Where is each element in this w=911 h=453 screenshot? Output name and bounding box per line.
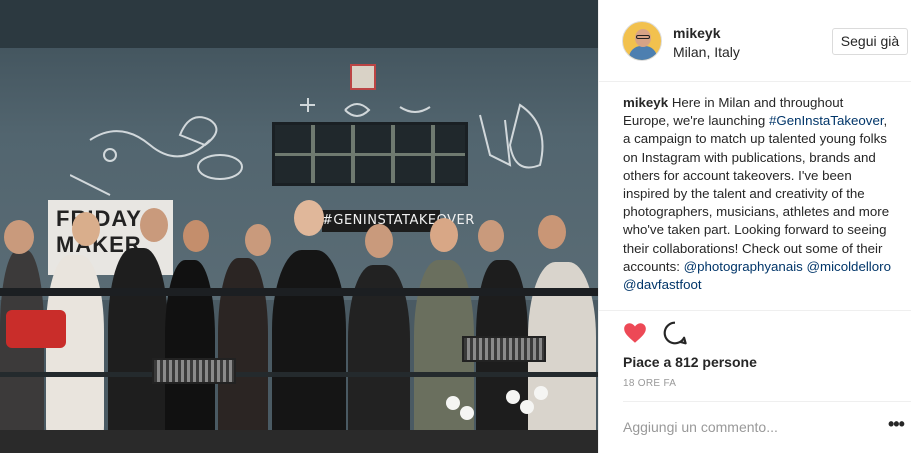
post-username[interactable]: mikeyk <box>673 25 720 41</box>
orchid-flower <box>520 400 534 414</box>
post-header: mikeyk Milan, Italy Segui già <box>599 0 911 82</box>
comment-icon[interactable] <box>662 320 688 346</box>
likes-count[interactable]: Piace a 812 persone <box>623 354 757 370</box>
caption-mention[interactable]: @photographyanais <box>684 259 803 274</box>
post-sidebar: mikeyk Milan, Italy Segui già mikeyk Her… <box>598 0 911 453</box>
caption-mention[interactable]: @davfastfoot <box>623 277 702 292</box>
caption-username[interactable]: mikeyk <box>623 95 668 110</box>
caption-text-2: , a campaign to match up talented young … <box>623 113 890 274</box>
orchid-flower <box>534 386 548 400</box>
avatar[interactable] <box>622 21 662 61</box>
photo-window <box>272 122 468 186</box>
caption-mention[interactable]: @micoldelloro <box>807 259 891 274</box>
post-caption: mikeyk Here in Milan and throughout Euro… <box>623 94 893 294</box>
heater-lamp-left <box>152 358 236 384</box>
red-handbag <box>6 310 66 348</box>
actions-divider <box>599 310 911 311</box>
heater-lamp-right <box>462 336 546 362</box>
orchid-flower <box>506 390 520 404</box>
orchid-flower <box>460 406 474 420</box>
exit-sign <box>350 64 376 90</box>
caption-hashtag[interactable]: #GenInstaTakeover <box>769 113 884 128</box>
heart-icon[interactable] <box>622 320 648 346</box>
photo-ceiling <box>0 0 598 48</box>
more-options-icon[interactable]: ••• <box>888 414 905 435</box>
post-location[interactable]: Milan, Italy <box>673 44 740 60</box>
post-timestamp[interactable]: 18 ORE FA <box>623 378 676 389</box>
photo-floor <box>0 430 598 453</box>
follow-button[interactable]: Segui già <box>832 28 908 55</box>
comment-input[interactable] <box>623 412 863 442</box>
railing-top <box>0 288 598 296</box>
orchid-flower <box>446 396 460 410</box>
comment-divider <box>623 401 911 402</box>
railing-bottom <box>0 372 598 377</box>
post-photo[interactable]: FRIDAY MAKER #GENINSTATAKEOVER <box>0 0 598 453</box>
